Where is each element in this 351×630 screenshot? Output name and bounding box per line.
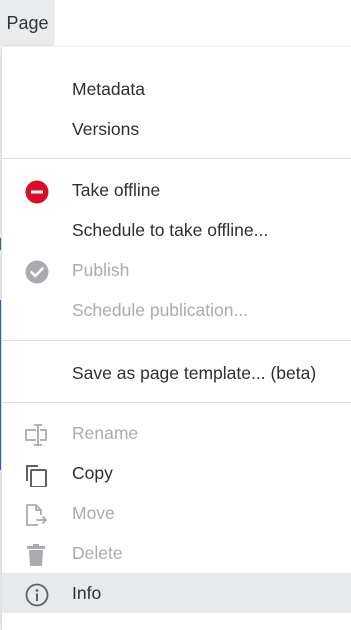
top-toolbar: Page: [0, 0, 351, 46]
menu-item-publish[interactable]: Publish: [2, 250, 351, 290]
menu-item-label: Delete: [72, 543, 123, 563]
menu-item-rename[interactable]: Rename: [2, 413, 351, 453]
menu-item-label: Move: [72, 503, 115, 523]
move-icon: [24, 501, 50, 526]
menu-divider: [2, 340, 351, 341]
menu-item-metadata[interactable]: Metadata: [2, 69, 351, 109]
check-circle-icon: [24, 258, 50, 284]
menu-item-label: Rename: [72, 423, 139, 443]
menu-item-label: Versions: [72, 119, 140, 139]
menu-item-delete[interactable]: Delete: [2, 533, 351, 573]
menu-item-label: Schedule to take offline...: [72, 220, 269, 240]
menu-item-info[interactable]: Info: [2, 573, 351, 613]
menu-divider: [2, 402, 351, 403]
menu-item-save-template[interactable]: Save as page template... (beta): [2, 353, 351, 393]
menu-item-move[interactable]: Move: [2, 493, 351, 533]
menu-item-label: Publish: [72, 260, 130, 280]
menu-item-copy[interactable]: Copy: [2, 453, 351, 493]
menu-item-schedule-offline[interactable]: Schedule to take offline...: [2, 210, 351, 250]
menu-item-label: Copy: [72, 463, 113, 483]
page-menu-button[interactable]: Page: [0, 0, 55, 46]
menu-item-label: Schedule publication...: [72, 300, 249, 320]
copy-icon: [24, 461, 50, 488]
page-dropdown-menu: Metadata Versions Take offline Schedule …: [1, 47, 351, 630]
rename-icon: [24, 421, 50, 446]
menu-item-label: Metadata: [72, 79, 145, 99]
menu-divider: [2, 158, 351, 159]
minus-circle-icon: [24, 178, 50, 204]
menu-item-label: Info: [72, 583, 102, 603]
menu-item-versions[interactable]: Versions: [2, 109, 351, 149]
menu-item-schedule-publication[interactable]: Schedule publication...: [2, 290, 351, 330]
trash-icon: [24, 541, 50, 566]
info-icon: [24, 581, 50, 607]
menu-item-take-offline[interactable]: Take offline: [2, 170, 351, 210]
menu-item-label: Take offline: [72, 180, 161, 200]
menu-item-label: Save as page template... (beta): [72, 363, 317, 383]
